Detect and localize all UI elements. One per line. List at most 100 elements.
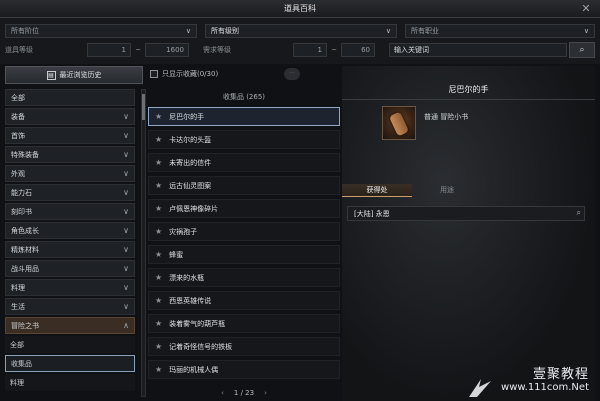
subcategory-collectibles[interactable]: 收集品 <box>5 355 135 372</box>
category-list: 全部 装备 ∨ 首饰 ∨ 特殊装备 ∨ 外观 ∨ 能力石 ∨ 刻印书 ∨ 角色成长 ∨ 精炼材… <box>5 89 135 393</box>
chevron-down-icon: ∨ <box>123 264 129 273</box>
chevron-down-icon: ∨ <box>583 27 589 35</box>
item-list: ★ 尼巴尔的手 ★ 卡达尔的头盔 ★ 未寄出的信件 ★ 远古仙灵图案 ★ 卢佩恩神像碎片 … <box>148 107 340 383</box>
category-cooking[interactable]: 料理 ∨ <box>5 279 135 296</box>
chevron-down-icon: ∨ <box>123 131 129 140</box>
chevron-down-icon: ∨ <box>123 188 129 197</box>
favorites-checkbox[interactable] <box>150 70 158 78</box>
item-grade: 普通 冒险小书 <box>424 113 469 121</box>
hand-relic-icon <box>388 111 410 137</box>
detail-tabs: 获得处 用途 <box>342 184 595 197</box>
range-separator: ~ <box>135 46 141 54</box>
star-icon[interactable]: ★ <box>155 181 162 190</box>
list-item[interactable]: ★ 记着奇怪信号的铁板 <box>148 337 340 356</box>
watermark-cn: 壹聚教程 <box>532 367 589 382</box>
category-battle-item[interactable]: 战斗用品 ∨ <box>5 260 135 277</box>
chevron-down-icon: ∨ <box>185 27 191 35</box>
chevron-left-icon[interactable]: ‹ <box>221 389 224 397</box>
star-icon[interactable]: ★ <box>155 135 162 144</box>
class-select[interactable]: 所有职业 ∨ <box>405 24 595 38</box>
close-icon[interactable]: ✕ <box>580 3 592 15</box>
favorites-filter[interactable]: 只显示收藏(0/30) <box>148 66 340 82</box>
item-level-max-input[interactable]: 1600 <box>145 43 189 57</box>
star-icon[interactable]: ★ <box>155 296 162 305</box>
subcategory-all[interactable]: 全部 <box>5 336 135 353</box>
subcategory-cooking[interactable]: 料理 <box>5 374 135 391</box>
list-item[interactable]: ★ 漂来的水瓶 <box>148 268 340 287</box>
tab-obtain[interactable]: 获得处 <box>342 184 412 197</box>
source-row[interactable]: [大陆] 永恩 ⌕ <box>347 206 585 221</box>
chevron-down-icon: ∨ <box>123 245 129 254</box>
scrollbar-thumb[interactable] <box>142 94 145 120</box>
category-all[interactable]: 全部 <box>5 89 135 106</box>
list-item[interactable]: ★ 未寄出的信件 <box>148 153 340 172</box>
divider <box>342 99 595 100</box>
star-icon[interactable]: ★ <box>155 365 162 374</box>
chevron-right-icon[interactable]: › <box>264 389 267 397</box>
star-icon[interactable]: ★ <box>155 342 162 351</box>
category-life[interactable]: 生活 ∨ <box>5 298 135 315</box>
chevron-down-icon: ∨ <box>385 27 391 35</box>
search-input[interactable]: 输入关键词 <box>389 43 567 57</box>
panel-background <box>342 66 595 401</box>
item-list-panel: 只显示收藏(0/30) ··· 收集品 (265) ★ 尼巴尔的手 ★ 卡达尔的头盔… <box>148 66 340 401</box>
watermark: 壹聚教程 www.111com.Net <box>501 363 589 393</box>
category-accessory[interactable]: 首饰 ∨ <box>5 127 135 144</box>
item-level-min-input[interactable]: 1 <box>87 43 131 57</box>
filter-bar: 所有阶位 ∨ 所有级别 ∨ 所有职业 ∨ 道具等级 1 ~ 1600 需求等级 … <box>0 18 600 64</box>
list-item[interactable]: ★ 卢佩恩神像碎片 <box>148 199 340 218</box>
item-name: 尼巴尔的手 <box>448 85 489 94</box>
tab-use[interactable]: 用途 <box>412 184 482 197</box>
watermark-url: www.111com.Net <box>501 382 589 393</box>
item-detail-panel: 尼巴尔的手 普通 冒险小书 获得处 用途 [大陆] 永恩 ⌕ 壹聚教程 www.… <box>342 66 595 401</box>
range-separator: ~ <box>331 46 337 54</box>
list-header: 收集品 (265) <box>222 93 266 101</box>
chevron-down-icon: ∨ <box>123 207 129 216</box>
page-indicator: 1 / 23 <box>233 389 255 397</box>
star-icon[interactable]: ★ <box>155 204 162 213</box>
item-level-label: 道具等级 <box>5 46 33 54</box>
category-engraving[interactable]: 刻印书 ∨ <box>5 203 135 220</box>
category-appearance[interactable]: 外观 ∨ <box>5 165 135 182</box>
watermark-logo <box>469 379 491 397</box>
category-special-equipment[interactable]: 特殊装备 ∨ <box>5 146 135 163</box>
list-item[interactable]: ★ 卡达尔的头盔 <box>148 130 340 149</box>
star-icon[interactable]: ★ <box>155 250 162 259</box>
window-titlebar: 道具百科 ✕ <box>0 0 600 18</box>
chevron-down-icon: ∨ <box>123 283 129 292</box>
grade-select[interactable]: 所有级别 ∨ <box>205 24 397 38</box>
chevron-down-icon: ∨ <box>123 226 129 235</box>
star-icon[interactable]: ★ <box>155 158 162 167</box>
search-icon[interactable]: ⌕ <box>577 208 581 218</box>
star-icon[interactable]: ★ <box>155 319 162 328</box>
chevron-down-icon: ∨ <box>123 169 129 178</box>
item-icon <box>382 106 416 140</box>
req-level-label: 需求等级 <box>203 46 231 54</box>
category-growth[interactable]: 角色成长 ∨ <box>5 222 135 239</box>
category-adventure-book[interactable]: 冒险之书 ∧ <box>5 317 135 334</box>
list-item[interactable]: ★ 尼巴尔的手 <box>148 107 340 126</box>
list-item[interactable]: ★ 远古仙灵图案 <box>148 176 340 195</box>
list-item[interactable]: ★ 蜂蜜 <box>148 245 340 264</box>
pagination: ‹ 1 / 23 › <box>148 387 340 399</box>
category-sidebar: ▤ 最近浏览历史 全部 装备 ∨ 首饰 ∨ 特殊装备 ∨ 外观 ∨ 能力石 ∨ 刻印书 ∨ … <box>5 66 147 401</box>
star-icon[interactable]: ★ <box>155 112 162 121</box>
chevron-down-icon: ∨ <box>123 150 129 159</box>
req-level-min-input[interactable]: 1 <box>293 43 327 57</box>
list-item[interactable]: ★ 装着雾气的葫芦瓶 <box>148 314 340 333</box>
star-icon[interactable]: ★ <box>155 273 162 282</box>
chevron-down-icon: ∨ <box>123 302 129 311</box>
category-refine-material[interactable]: 精炼材料 ∨ <box>5 241 135 258</box>
search-button[interactable]: ⌕ <box>569 42 595 58</box>
category-equipment[interactable]: 装备 ∨ <box>5 108 135 125</box>
category-ability-stone[interactable]: 能力石 ∨ <box>5 184 135 201</box>
req-level-max-input[interactable]: 60 <box>341 43 375 57</box>
list-item[interactable]: ★ 西恩英雄传说 <box>148 291 340 310</box>
star-icon[interactable]: ★ <box>155 227 162 236</box>
list-item[interactable]: ★ 玛丽的机械人偶 <box>148 360 340 379</box>
recent-history-button[interactable]: ▤ 最近浏览历史 <box>5 66 143 84</box>
slot-select[interactable]: 所有阶位 ∨ <box>5 24 197 38</box>
sidebar-scrollbar[interactable] <box>141 89 146 397</box>
list-item[interactable]: ★ 灾祸孢子 <box>148 222 340 241</box>
chat-bubble-icon[interactable]: ··· <box>284 68 300 80</box>
